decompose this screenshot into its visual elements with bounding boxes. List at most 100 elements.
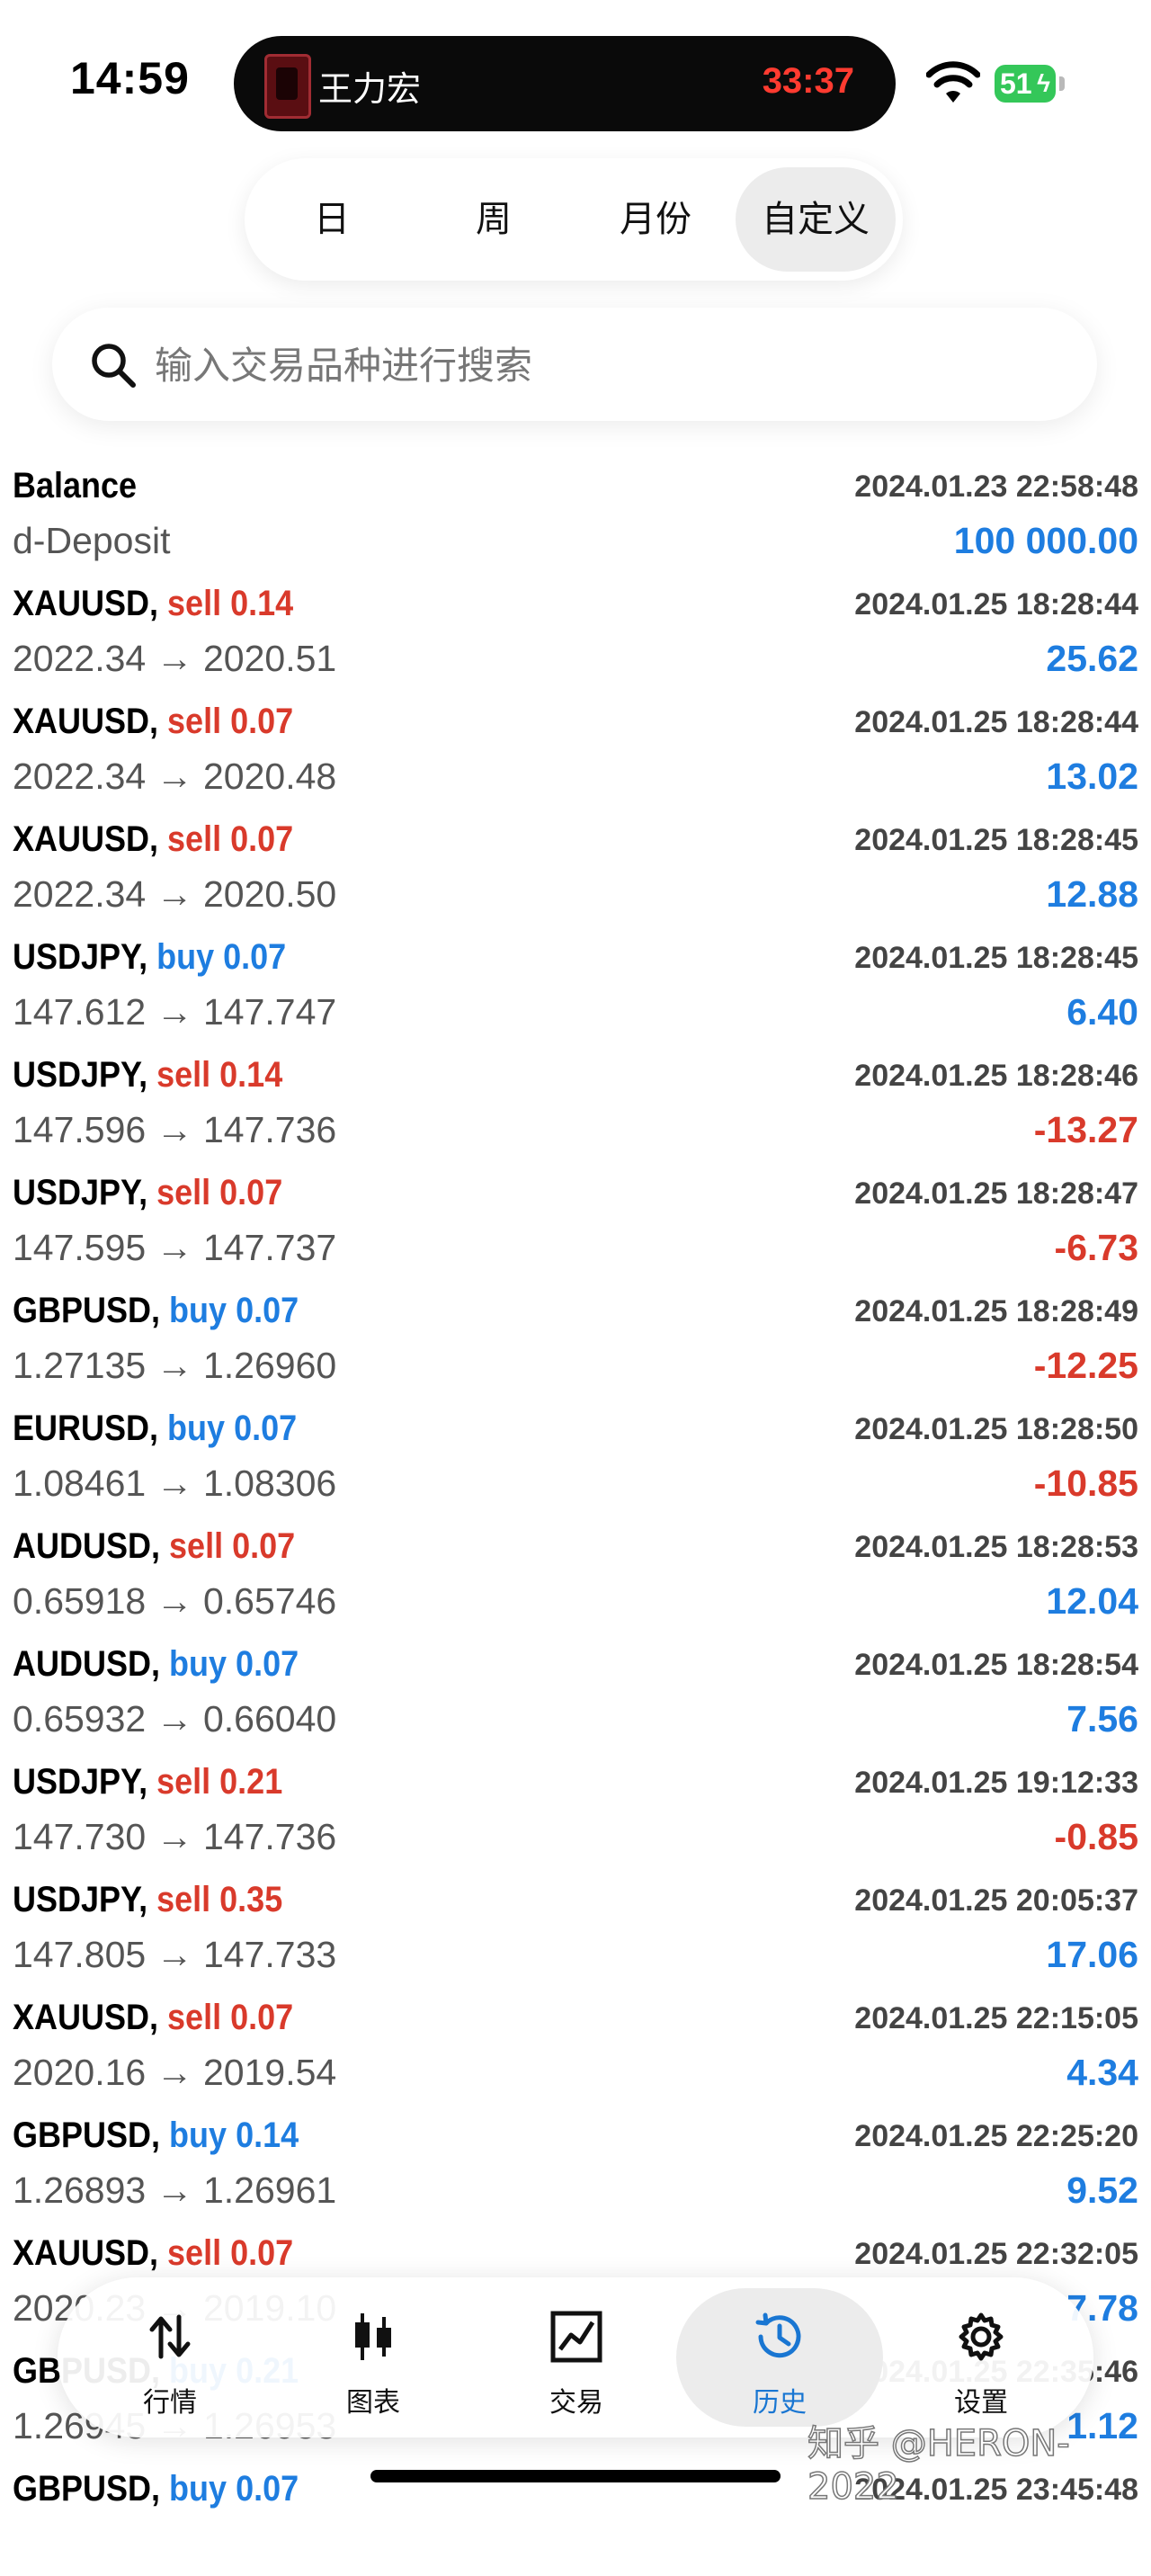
row-symbol: GBPUSD, buy 0.07 — [13, 1291, 299, 1331]
history-row[interactable]: USDJPY, sell 0.21 2024.01.25 19:12:33 147.… — [0, 1751, 1151, 1869]
row-price: 2022.34 → 2020.50 — [13, 873, 337, 915]
tab-quotes[interactable]: 行情 — [67, 2288, 273, 2427]
trade-side: buy — [169, 2115, 228, 2155]
history-row[interactable]: Balance 2024.01.23 22:58:48 d-Deposit 100 0… — [0, 455, 1151, 573]
symbol-name: AUDUSD, — [13, 1644, 161, 1684]
search-input[interactable] — [153, 329, 1056, 401]
history-row[interactable]: XAUUSD, sell 0.07 2024.01.25 22:15:05 2020… — [0, 1987, 1151, 2105]
row-time: 2024.01.25 18:28:54 — [854, 1648, 1138, 1682]
row-time: 2024.01.25 22:15:05 — [854, 2001, 1138, 2035]
gear-icon — [959, 2312, 1004, 2361]
row-profit: 12.88 — [1046, 873, 1138, 915]
trade-side: sell — [169, 1526, 224, 1566]
trade-side: sell — [156, 1173, 211, 1212]
symbol-name: EURUSD, — [13, 1409, 159, 1448]
tab-trade[interactable]: 交易 — [473, 2288, 680, 2427]
tab-history[interactable]: 历史 — [676, 2288, 883, 2427]
home-indicator[interactable] — [370, 2470, 781, 2482]
trade-volume: 0.21 — [219, 1762, 283, 1802]
row-price: d-Deposit — [13, 520, 171, 561]
history-row[interactable]: AUDUSD, sell 0.07 2024.01.25 18:28:53 0.65… — [0, 1516, 1151, 1633]
trade-side: buy — [169, 1291, 228, 1330]
trade-volume: 0.07 — [234, 1409, 298, 1448]
history-row[interactable]: XAUUSD, sell 0.07 2024.01.25 18:28:45 2022… — [0, 809, 1151, 926]
trade-volume: 0.07 — [236, 1291, 299, 1330]
status-time: 14:59 — [70, 53, 190, 103]
symbol-name: XAUUSD, — [13, 584, 159, 623]
row-price: 147.595 → 147.737 — [13, 1227, 337, 1268]
history-row[interactable]: USDJPY, sell 0.07 2024.01.25 18:28:47 147.… — [0, 1162, 1151, 1280]
period-custom-tab[interactable]: 自定义 — [736, 167, 896, 272]
history-row[interactable]: USDJPY, buy 0.07 2024.01.25 18:28:45 147.6… — [0, 926, 1151, 1044]
row-symbol: Balance — [13, 466, 137, 506]
row-price: 147.805 → 147.733 — [13, 1934, 337, 1975]
trade-side: sell — [167, 2233, 222, 2273]
row-time: 2024.01.25 20:05:37 — [854, 1883, 1138, 1918]
trade-volume: 0.35 — [219, 1880, 283, 1919]
history-row[interactable]: EURUSD, buy 0.07 2024.01.25 18:28:50 1.084… — [0, 1398, 1151, 1516]
search-bar — [52, 308, 1097, 421]
symbol-name: GBPUSD, — [13, 2115, 161, 2155]
symbol-name: USDJPY, — [13, 1173, 148, 1212]
row-profit: 13.02 — [1046, 756, 1138, 797]
trade-side: sell — [156, 1880, 211, 1919]
row-price: 1.26893 → 1.26961 — [13, 2169, 337, 2211]
symbol-name: Balance — [13, 466, 138, 505]
trade-volume: 0.07 — [230, 819, 294, 859]
trade-side: buy — [169, 1644, 228, 1684]
row-price: 147.730 → 147.736 — [13, 1816, 337, 1857]
history-row[interactable]: XAUUSD, sell 0.07 2024.01.25 18:28:44 2022… — [0, 691, 1151, 809]
period-month-tab[interactable]: 月份 — [576, 167, 736, 272]
row-symbol: GBPUSD, buy 0.14 — [13, 2115, 299, 2156]
wifi-icon — [926, 61, 980, 103]
symbol-name: USDJPY, — [13, 1880, 148, 1919]
row-symbol: GBPUSD, buy 0.07 — [13, 2469, 299, 2509]
trade-side: sell — [167, 1998, 222, 2037]
row-time: 2024.01.25 18:28:49 — [854, 1294, 1138, 1328]
row-profit: 6.40 — [1066, 991, 1138, 1033]
album-art-icon — [264, 54, 311, 119]
symbol-name: USDJPY, — [13, 937, 148, 977]
tab-settings[interactable]: 设置 — [878, 2288, 1084, 2427]
row-time: 2024.01.25 22:32:05 — [854, 2237, 1138, 2271]
row-profit: -13.27 — [1033, 1109, 1138, 1150]
history-row[interactable]: GBPUSD, buy 0.14 2024.01.25 22:25:20 1.268… — [0, 2105, 1151, 2223]
row-time: 2024.01.25 18:28:44 — [854, 705, 1138, 739]
trade-volume: 0.07 — [232, 1526, 296, 1566]
symbol-name: XAUUSD, — [13, 1998, 159, 2037]
row-time: 2024.01.25 18:28:45 — [854, 941, 1138, 975]
trade-volume: 0.07 — [236, 2469, 299, 2509]
symbol-name: GBPUSD, — [13, 1291, 161, 1330]
trade-volume: 0.14 — [236, 2115, 299, 2155]
search-icon — [92, 344, 136, 388]
history-row[interactable]: USDJPY, sell 0.35 2024.01.25 20:05:37 147.… — [0, 1869, 1151, 1987]
trade-side: sell — [156, 1762, 211, 1802]
history-row[interactable]: AUDUSD, buy 0.07 2024.01.25 18:28:54 0.659… — [0, 1633, 1151, 1751]
candlestick-chart-icon — [355, 2313, 391, 2360]
battery-level: 51 — [1000, 67, 1032, 100]
row-symbol: USDJPY, sell 0.14 — [13, 1055, 282, 1096]
period-day-tab[interactable]: 日 — [252, 167, 412, 272]
trade-volume: 0.07 — [236, 1644, 299, 1684]
trade-volume: 0.07 — [230, 2233, 294, 2273]
period-selector: 日 周 月份 自定义 — [245, 158, 903, 281]
trade-side: buy — [156, 937, 215, 977]
tab-charts[interactable]: 图表 — [270, 2288, 477, 2427]
symbol-name: XAUUSD, — [13, 2233, 159, 2273]
trade-volume: 0.07 — [219, 1173, 283, 1212]
row-symbol: XAUUSD, sell 0.07 — [13, 2233, 293, 2274]
row-price: 2020.16 → 2019.54 — [13, 2052, 337, 2093]
dynamic-island[interactable]: 王力宏 33:37 — [234, 36, 896, 131]
trade-volume: 0.07 — [223, 937, 287, 977]
row-price: 0.65918 → 0.65746 — [13, 1580, 337, 1622]
history-row[interactable]: USDJPY, sell 0.14 2024.01.25 18:28:46 147.… — [0, 1044, 1151, 1162]
row-symbol: USDJPY, sell 0.21 — [13, 1762, 282, 1802]
trade-volume: 0.14 — [230, 584, 294, 623]
row-symbol: EURUSD, buy 0.07 — [13, 1409, 297, 1449]
period-week-tab[interactable]: 周 — [414, 167, 574, 272]
trade-side: sell — [167, 702, 222, 741]
history-list[interactable]: Balance 2024.01.23 22:58:48 d-Deposit 100 0… — [0, 455, 1151, 2576]
history-row[interactable]: XAUUSD, sell 0.14 2024.01.25 18:28:44 2022… — [0, 573, 1151, 691]
row-profit: -12.25 — [1033, 1345, 1138, 1386]
history-row[interactable]: GBPUSD, buy 0.07 2024.01.25 18:28:49 1.271… — [0, 1280, 1151, 1398]
